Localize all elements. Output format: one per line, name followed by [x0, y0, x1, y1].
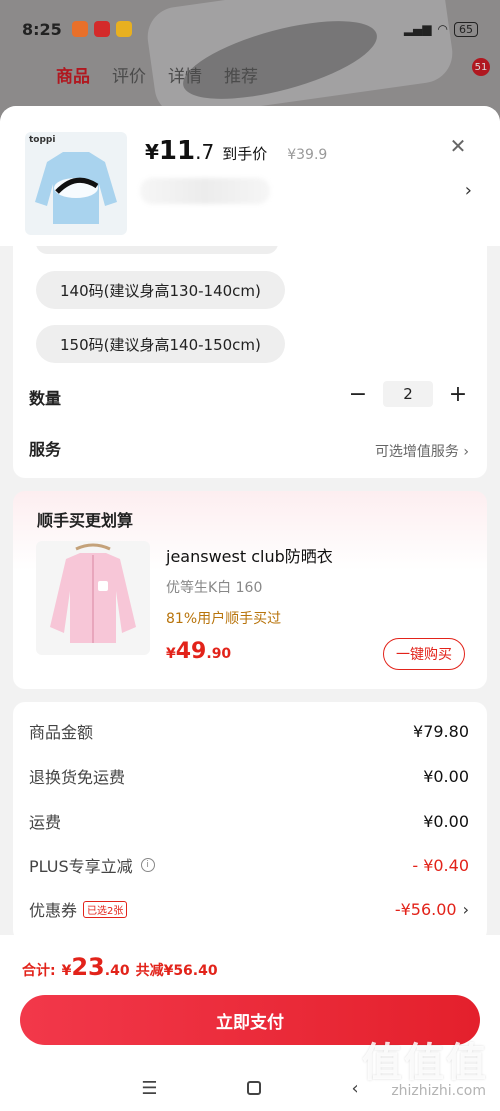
total-label: 合计:: [22, 963, 56, 979]
original-price: ¥39.9: [287, 147, 328, 163]
quantity-input[interactable]: 2: [383, 381, 433, 407]
summary-label: 运费: [29, 813, 62, 832]
summary-value: -¥56.00: [394, 899, 457, 919]
size-option-140[interactable]: 140码(建议身高130-140cm): [36, 271, 285, 309]
brand-logo: toppi: [29, 135, 56, 145]
price-currency: ¥: [145, 140, 159, 164]
total-integer: 23: [71, 953, 105, 981]
watermark-logo: 值值值: [362, 1040, 488, 1086]
summary-value: ¥0.00: [423, 766, 469, 786]
bundle-title: 顺手买更划算: [37, 511, 134, 530]
jacket-image: [50, 543, 136, 643]
product-header: toppi ¥ 11 .7 到手价 ¥39.9 ✕ ›: [0, 106, 500, 246]
service-selector[interactable]: 可选增值服务 ›: [375, 441, 469, 461]
obscured-spec-text: [140, 178, 270, 204]
quantity-stepper: − 2 +: [345, 381, 471, 407]
tab-details[interactable]: 详情: [168, 62, 202, 87]
info-icon[interactable]: i: [140, 858, 155, 872]
summary-row-coupon[interactable]: 优惠券 已选2张 -¥56.00 ›: [29, 894, 469, 924]
total-decimal: .40: [104, 963, 130, 979]
summary-value: - ¥0.40: [412, 855, 469, 875]
summary-row-shipping: 运费 ¥0.00: [29, 806, 469, 836]
price-label: 到手价: [222, 145, 268, 163]
bundle-price-decimal: .90: [206, 646, 232, 662]
home-icon[interactable]: [247, 1081, 262, 1095]
watermark-url: zhizhizhi.com: [391, 1083, 486, 1099]
price-row: ¥ 11 .7 到手价 ¥39.9: [145, 136, 327, 166]
bundle-product-image[interactable]: [36, 541, 150, 655]
summary-value: ¥0.00: [423, 811, 469, 831]
minus-button[interactable]: −: [345, 382, 371, 407]
one-click-buy-button[interactable]: 一键购买: [383, 638, 465, 670]
summary-label: PLUS专享立减: [29, 857, 133, 876]
wifi-icon: ◠: [437, 22, 448, 36]
order-summary: 商品金额 ¥79.80 退换货免运费 ¥0.00 运费 ¥0.00 PLUS专享…: [13, 702, 487, 942]
close-icon[interactable]: ✕: [446, 134, 470, 158]
status-bar: 8:25 ▂▄▆ ◠ 65: [0, 0, 500, 58]
signal-icon: ▂▄▆: [403, 22, 432, 36]
size-option-150[interactable]: 150码(建议身高140-150cm): [36, 325, 285, 363]
summary-row-return-shipping: 退换货免运费 ¥0.00: [29, 761, 469, 791]
product-thumbnail[interactable]: toppi: [25, 132, 127, 235]
tab-recommend[interactable]: 推荐: [224, 62, 258, 87]
summary-row-plus-discount: PLUS专享立减 i - ¥0.40: [29, 850, 469, 880]
tab-reviews[interactable]: 评价: [112, 62, 146, 87]
notification-app-icon: [71, 21, 88, 37]
summary-value: ¥79.80: [413, 721, 469, 741]
summary-label: 商品金额: [29, 723, 94, 742]
service-label: 服务: [29, 440, 62, 459]
checkout-bar: 合计: ¥ 23 .40 共减¥56.40 立即支付 ☰ ‹ 值值值 zhizh…: [0, 935, 500, 1111]
bundle-variant: 优等生K白 160: [166, 580, 263, 596]
bundle-card: 顺手买更划算 jeanswest club防晒衣 优等生K白 160 81%用户…: [13, 491, 487, 689]
background-tabs: 商品 评价 详情 推荐: [56, 62, 258, 87]
total-row: 合计: ¥ 23 .40 共减¥56.40: [22, 953, 218, 981]
price-decimal: .7: [195, 140, 215, 164]
options-card: 140码(建议身高130-140cm) 150码(建议身高140-150cm) …: [13, 246, 487, 478]
message-badge: 51: [472, 58, 490, 76]
bundle-product-name[interactable]: jeanswest club防晒衣: [166, 543, 333, 567]
notification-app-icon: [93, 21, 110, 37]
tab-product[interactable]: 商品: [56, 62, 90, 87]
menu-icon[interactable]: ☰: [141, 1078, 157, 1099]
status-icons: ▂▄▆ ◠ 65: [403, 21, 478, 37]
summary-label: 优惠券: [29, 901, 78, 920]
coupon-tag: 已选2张: [83, 900, 128, 918]
sweatshirt-image: [35, 152, 117, 224]
plus-button[interactable]: +: [445, 382, 471, 407]
chevron-right-icon[interactable]: ›: [465, 180, 472, 201]
total-discount: 共减¥56.40: [135, 963, 218, 979]
summary-row-subtotal: 商品金额 ¥79.80: [29, 716, 469, 746]
total-currency: ¥: [61, 963, 72, 979]
bundle-price-integer: 49: [175, 639, 207, 664]
battery-icon: 65: [454, 21, 478, 37]
chevron-right-icon[interactable]: ›: [463, 900, 469, 919]
bundle-price: ¥ 49 .90: [166, 639, 231, 664]
back-icon[interactable]: ‹: [351, 1078, 358, 1099]
notification-app-icon: [115, 21, 132, 37]
bundle-note: 81%用户顺手买过: [166, 611, 282, 627]
quantity-label: 数量: [29, 389, 62, 408]
summary-label: 退换货免运费: [29, 768, 126, 787]
bundle-price-currency: ¥: [166, 646, 176, 662]
purchase-sheet: toppi ¥ 11 .7 到手价 ¥39.9 ✕ › 140码(建议身高130…: [0, 106, 500, 1111]
price-integer: 11: [158, 136, 196, 166]
status-time: 8:25: [22, 19, 62, 39]
size-option-partial[interactable]: [36, 246, 278, 254]
